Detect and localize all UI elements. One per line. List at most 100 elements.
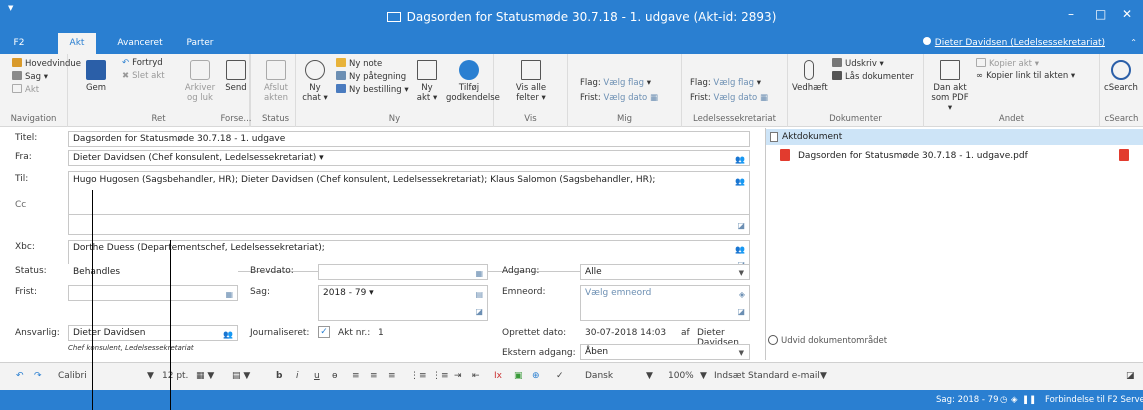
document-icon (770, 132, 778, 142)
insert-link-icon[interactable]: ⊕ (532, 371, 540, 381)
expand-icon[interactable]: ◪ (737, 305, 745, 319)
vis-alle-felter-button[interactable]: Vis alle felter ▾ (510, 60, 552, 103)
ny-bestilling-label: Ny bestilling ▾ (349, 85, 409, 95)
ny-akt-button[interactable]: Ny akt ▾ (414, 60, 440, 103)
kopier-akt-button[interactable]: Kopier akt ▾ (976, 58, 1039, 70)
italic-button[interactable]: i (296, 371, 299, 381)
tab-f2[interactable]: F2 (0, 33, 38, 54)
gem-label: Gem (85, 83, 107, 93)
bold-button[interactable]: b (276, 371, 282, 381)
font-size-dropdown[interactable]: 12 pt. (162, 371, 188, 381)
frist-field[interactable]: ▦ (68, 285, 238, 301)
fortryd-button[interactable]: ↶ Fortryd (122, 58, 163, 69)
udvid-dokumentomraadet-button[interactable]: Udvid dokumentområdet (768, 335, 887, 346)
mig-frist-picker[interactable]: Frist: Vælg dato ▦ (580, 93, 658, 104)
fra-field[interactable]: Dieter Davidsen (Chef konsulent, Ledelse… (68, 150, 750, 166)
ledelse-flag-dropdown[interactable]: Flag: Vælg flag ▾ (690, 78, 761, 89)
ansvarlig-field[interactable]: Dieter Davidsen 👥 (68, 325, 238, 341)
bullet-list-icon[interactable]: ⋮≡ (410, 371, 427, 381)
group-ny: Ny chat ▾ Ny note Ny påtegning Ny bestil… (296, 54, 500, 127)
underline-button[interactable]: u (314, 371, 320, 381)
redo-icon[interactable]: ↷ (34, 371, 42, 381)
calendar-icon[interactable]: ▦ (225, 288, 233, 300)
ny-chat-button[interactable]: Ny chat ▾ (300, 60, 330, 103)
group-label-ny: Ny (388, 114, 401, 124)
tab-parter[interactable]: Parter (178, 33, 222, 54)
dan-pdf-button[interactable]: Dan akt som PDF ▾ (930, 60, 970, 113)
cc-field[interactable]: ◪ (68, 215, 750, 235)
laas-dokumenter-button[interactable]: Lås dokumenter (832, 71, 914, 83)
mig-flag-dropdown[interactable]: Flag: Vælg flag ▾ (580, 78, 651, 89)
minimize-button[interactable]: – (1068, 7, 1074, 21)
clear-format-icon[interactable]: Ix (494, 371, 502, 381)
document-file-name: Dagsorden for Statusmøde 30.7.18 - 1. ud… (798, 151, 1028, 161)
ledelse-flag-value: Vælg flag (713, 78, 755, 88)
zoom-dropdown[interactable]: 100% (668, 371, 694, 381)
arkiver-button[interactable]: Arkiver og luk (184, 60, 216, 103)
maximize-button[interactable]: □ (1095, 7, 1106, 21)
akt-nav-button[interactable]: Akt (12, 84, 39, 96)
undo-icon[interactable]: ↶ (16, 371, 24, 381)
strikethrough-button[interactable]: ɵ (332, 371, 338, 381)
spellcheck-icon[interactable]: ✓ (556, 371, 564, 381)
sag-field[interactable]: 2018 - 79 ▾ ▤ ◪ (318, 285, 488, 321)
close-button[interactable]: ✕ (1122, 7, 1132, 21)
sag-nav-button[interactable]: Sag ▾ (12, 71, 48, 83)
send-button[interactable]: Send (220, 60, 252, 93)
insert-standard-email-dropdown[interactable]: Indsæt Standard e-mail (714, 371, 820, 381)
expand-icon[interactable]: ◪ (737, 219, 745, 233)
font-family-dropdown[interactable]: Calibri (58, 371, 87, 381)
ny-bestilling-button[interactable]: Ny bestilling ▾ (336, 84, 409, 96)
numbered-list-icon[interactable]: ⋮≡ (432, 371, 449, 381)
current-user-link[interactable]: Dieter Davidsen (Ledelsessekretariat) (922, 37, 1105, 48)
expand-icon[interactable]: ◪ (475, 305, 483, 319)
titel-field[interactable]: Dagsorden for Statusmøde 30.7.18 - 1. ud… (68, 131, 750, 147)
brevdato-field[interactable]: ▦ (318, 264, 488, 280)
udskriv-button[interactable]: Udskriv ▾ (832, 58, 884, 70)
slet-akt-button[interactable]: ✖ Slet akt (122, 71, 165, 82)
contacts-icon[interactable]: 👥 (223, 328, 233, 340)
flag-icon: ◈ (1011, 395, 1018, 405)
journaliseret-checkbox[interactable]: ✓ (318, 326, 330, 338)
emneord-field[interactable]: Vælg emneord ◈ ◪ (580, 285, 750, 321)
status-field[interactable]: Behandles (68, 264, 238, 280)
til-field[interactable]: Hugo Hugosen (Sagsbehandler, HR); Dieter… (68, 171, 750, 215)
ekstern-adgang-dropdown[interactable]: Åben ▼ (580, 344, 750, 360)
tag-icon[interactable]: ◈ (739, 288, 745, 302)
gem-button[interactable]: Gem (78, 60, 114, 93)
tab-avanceret[interactable]: Avanceret (110, 33, 170, 54)
ny-note-button[interactable]: Ny note (336, 58, 382, 70)
ledelse-frist-picker[interactable]: Frist: Vælg dato ▦ (690, 93, 768, 104)
calendar-icon[interactable]: ▦ (475, 267, 483, 279)
case-icon[interactable]: ▤ (475, 288, 483, 302)
adgang-dropdown[interactable]: Alle ▼ (580, 264, 750, 280)
collapse-ribbon-icon[interactable]: ⌃ (1130, 38, 1137, 47)
contacts-icon[interactable]: 👥 (735, 243, 745, 257)
kopier-link-button[interactable]: ∞ Kopier link til akten ▾ (976, 71, 1075, 82)
insert-image-icon[interactable]: ▣ (514, 371, 523, 381)
font-color-button[interactable]: ▤ ▼ (232, 371, 250, 381)
aktdokument-header[interactable]: Aktdokument (766, 129, 1143, 145)
highlight-color-button[interactable]: ▦ ▼ (196, 371, 214, 381)
akt-nr-value: 1 (378, 328, 384, 338)
group-label-ledelse: Ledelsessekretariat (693, 114, 776, 124)
vedhaeft-button[interactable]: Vedhæft (792, 60, 828, 93)
language-dropdown[interactable]: Dansk (585, 371, 613, 381)
csearch-button[interactable]: cSearch (1102, 60, 1140, 93)
tilfoej-godkendelse-button[interactable]: Tilføj godkendelse (446, 60, 500, 103)
group-forse: Send Forse... (216, 54, 256, 127)
indent-icon[interactable]: ⇥ (454, 371, 462, 381)
outdent-icon[interactable]: ⇤ (472, 371, 480, 381)
contacts-icon[interactable]: 👥 (735, 153, 745, 165)
align-center-icon[interactable]: ≡ (370, 371, 378, 381)
expand-icon[interactable]: ◪ (1126, 371, 1135, 381)
tab-akt[interactable]: Akt (58, 33, 96, 54)
ny-paategning-button[interactable]: Ny påtegning (336, 71, 406, 83)
contacts-icon[interactable]: 👥 (735, 174, 745, 190)
pdf-open-icon[interactable] (1119, 149, 1129, 161)
approval-icon (459, 60, 479, 80)
align-left-icon[interactable]: ≡ (352, 371, 360, 381)
align-right-icon[interactable]: ≡ (388, 371, 396, 381)
document-list-item[interactable]: Dagsorden for Statusmøde 30.7.18 - 1. ud… (780, 149, 1142, 163)
afslut-button[interactable]: Afslut akten (260, 60, 292, 103)
